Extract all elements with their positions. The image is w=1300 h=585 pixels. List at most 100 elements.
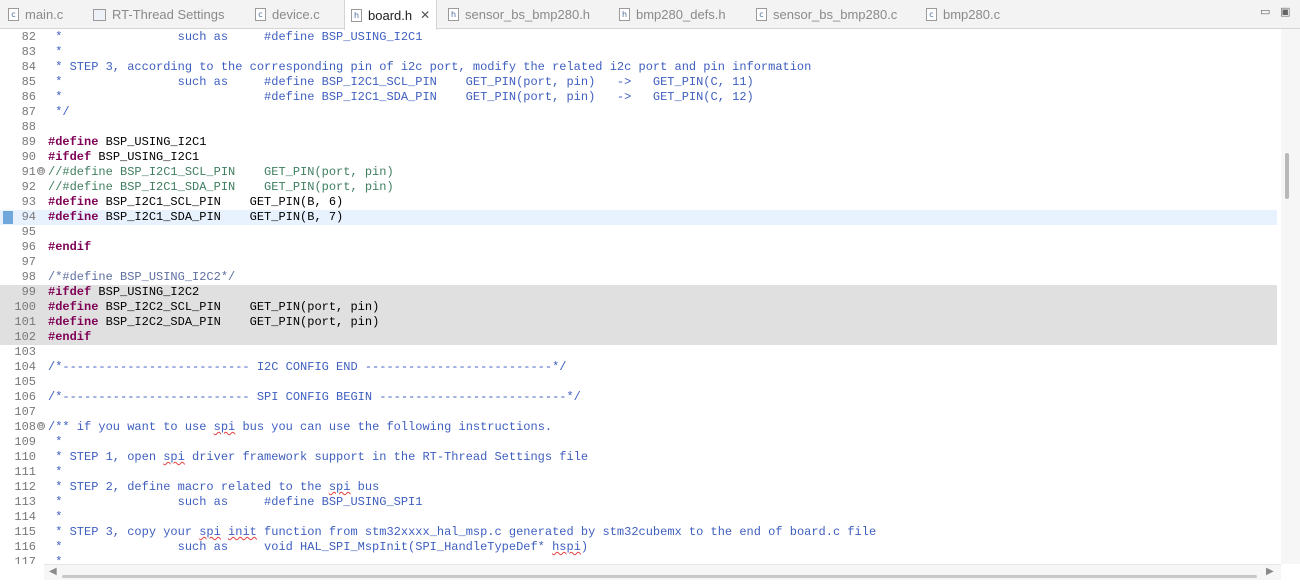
code-line[interactable]: 107 [0, 405, 1277, 420]
code-line[interactable]: 99 #ifdef BSP_USING_I2C2 [0, 285, 1277, 300]
code-line[interactable]: 86 * #define BSP_I2C1_SDA_PIN GET_PIN(po… [0, 90, 1277, 105]
line-number: 117 [14, 555, 36, 564]
code-line[interactable]: 112 * STEP 2, define macro related to th… [0, 480, 1277, 495]
code-line[interactable]: 103 [0, 345, 1277, 360]
tab-rt-thread-settings[interactable]: RT-Thread Settings [93, 0, 224, 29]
code-line[interactable]: 105 [0, 375, 1277, 390]
code-text: #define BSP_I2C2_SDA_PIN GET_PIN(port, p… [48, 315, 379, 330]
code-text: * [48, 465, 62, 480]
minimize-icon[interactable]: ▭ [1260, 5, 1270, 18]
tab-device-c[interactable]: c device.c [255, 0, 320, 29]
code-line[interactable]: 89 #define BSP_USING_I2C1 [0, 135, 1277, 150]
code-token: * such as #define BSP_USING_SPI1 [48, 495, 423, 509]
code-text: * STEP 3, according to the corresponding… [48, 60, 811, 75]
code-line[interactable]: 109 * [0, 435, 1277, 450]
tab-sensor-bs-bmp280-c[interactable]: c sensor_bs_bmp280.c [756, 0, 897, 29]
code-line[interactable]: 82 * such as #define BSP_USING_I2C1 [0, 30, 1277, 45]
code-line[interactable]: 88 [0, 120, 1277, 135]
code-line[interactable]: 102 #endif [0, 330, 1277, 345]
code-line[interactable]: 95 [0, 225, 1277, 240]
code-text: /*-------------------------- I2C CONFIG … [48, 360, 566, 375]
code-line[interactable]: 91 ⊖//#define BSP_I2C1_SCL_PIN GET_PIN(po… [0, 165, 1277, 180]
fold-toggle-icon[interactable]: ⊖ [37, 167, 45, 175]
code-line[interactable]: 98 /*#define BSP_USING_I2C2*/ [0, 270, 1277, 285]
tab-main-c[interactable]: c main.c [8, 0, 63, 29]
code-token: bus you can use the following instructio… [235, 420, 553, 434]
code-line[interactable]: 114 * [0, 510, 1277, 525]
code-line[interactable]: 101 #define BSP_I2C2_SDA_PIN GET_PIN(port… [0, 315, 1277, 330]
tab-label: device.c [272, 7, 320, 22]
code-text: * STEP 2, define macro related to the sp… [48, 480, 379, 495]
code-line[interactable]: 104 /*-------------------------- I2C CONF… [0, 360, 1277, 375]
code-line[interactable]: 108 ⊖/** if you want to use spi bus you c… [0, 420, 1277, 435]
code-text: #define BSP_USING_I2C1 [48, 135, 206, 150]
code-line[interactable]: 116 * such as void HAL_SPI_MspInit(SPI_H… [0, 540, 1277, 555]
line-number: 99 [21, 285, 36, 299]
line-number: 109 [14, 435, 36, 449]
c-file-icon: c [8, 8, 19, 21]
code-line[interactable]: 110 * STEP 1, open spi driver framework … [0, 450, 1277, 465]
tab-label: board.h [368, 7, 413, 23]
code-token: BSP_I2C1_SCL_PIN GET_PIN(B, 6) [98, 195, 344, 209]
keyword-token: #define [48, 210, 99, 224]
vertical-scroll-thumb[interactable] [1285, 153, 1289, 199]
line-number: 82 [21, 30, 36, 44]
line-number: 110 [14, 450, 36, 464]
keyword-token: #define [48, 315, 99, 329]
line-number: 96 [21, 240, 36, 254]
maximize-icon[interactable]: ▣ [1280, 5, 1290, 18]
line-number: 106 [14, 390, 36, 404]
scroll-right-icon[interactable]: ▶ [1266, 566, 1274, 577]
tab-label: bmp280.c [943, 7, 1001, 22]
code-line[interactable]: 93 #define BSP_I2C1_SCL_PIN GET_PIN(B, 6) [0, 195, 1277, 210]
code-line[interactable]: 106 /*-------------------------- SPI CONF… [0, 390, 1277, 405]
code-line[interactable]: 97 [0, 255, 1277, 270]
close-tab-icon[interactable]: ✕ [420, 8, 430, 22]
code-line[interactable]: 94 #define BSP_I2C1_SDA_PIN GET_PIN(B, 7) [0, 210, 1277, 225]
code-line[interactable]: 85 * such as #define BSP_I2C1_SCL_PIN GE… [0, 75, 1277, 90]
tab-board-h[interactable]: h board.h ✕ [344, 0, 438, 30]
code-line[interactable]: 111 * [0, 465, 1277, 480]
code-line[interactable]: 96 #endif [0, 240, 1277, 255]
tab-bmp280-defs-h[interactable]: h bmp280_defs.h [619, 0, 726, 29]
h-file-icon: h [448, 8, 459, 21]
code-line[interactable]: 117 * [0, 555, 1277, 564]
horizontal-scrollbar[interactable]: ◀ ▶ [44, 564, 1281, 580]
c-file-icon: c [926, 8, 937, 21]
code-text: * STEP 3, copy your spi init function fr… [48, 525, 876, 540]
tab-bmp280-c[interactable]: c bmp280.c [926, 0, 1000, 29]
code-line[interactable]: 90 #ifdef BSP_USING_I2C1 [0, 150, 1277, 165]
code-token: function from stm32xxxx_hal_msp.c genera… [256, 525, 877, 539]
tab-label: RT-Thread Settings [112, 7, 225, 22]
code-token: bus [350, 480, 380, 494]
code-line[interactable]: 83 * [0, 45, 1277, 60]
code-text: /*#define BSP_USING_I2C2*/ [48, 270, 235, 285]
code-text: * [48, 45, 62, 60]
code-line[interactable]: 113 * such as #define BSP_USING_SPI1 [0, 495, 1277, 510]
code-line[interactable]: 100 #define BSP_I2C2_SCL_PIN GET_PIN(port… [0, 300, 1277, 315]
code-token: BSP_USING_I2C2 [91, 285, 200, 299]
spelling-error-token: spi [163, 450, 185, 464]
code-editor[interactable]: 82 * such as #define BSP_USING_I2C1 83 * 8… [0, 29, 1300, 564]
vertical-scrollbar[interactable] [1281, 29, 1300, 564]
code-line[interactable]: 92 //#define BSP_I2C1_SDA_PIN GET_PIN(por… [0, 180, 1277, 195]
code-line[interactable]: 115 * STEP 3, copy your spi init functio… [0, 525, 1277, 540]
code-text: #endif [48, 240, 91, 255]
code-line[interactable]: 87 */ [0, 105, 1277, 120]
line-number: 83 [21, 45, 36, 59]
code-line[interactable]: 84 * STEP 3, according to the correspond… [0, 60, 1277, 75]
scroll-left-icon[interactable]: ◀ [49, 566, 57, 577]
code-token: /*#define BSP_USING_I2C2*/ [48, 270, 236, 284]
code-text: //#define BSP_I2C1_SCL_PIN GET_PIN(port,… [48, 165, 394, 180]
h-file-icon: h [619, 8, 630, 21]
code-token: * STEP 1, open [48, 450, 164, 464]
fold-toggle-icon[interactable]: ⊖ [37, 422, 45, 430]
code-text: /*-------------------------- SPI CONFIG … [48, 390, 581, 405]
tab-sensor-bs-bmp280-h[interactable]: h sensor_bs_bmp280.h [448, 0, 590, 29]
spelling-error-token: spi [213, 420, 236, 434]
line-number: 89 [21, 135, 36, 149]
code-token: BSP_I2C2_SCL_PIN GET_PIN(port, pin) [98, 300, 380, 314]
code-token: * [48, 435, 63, 449]
horizontal-scroll-thumb[interactable] [62, 575, 1257, 578]
code-token: * [48, 45, 63, 59]
